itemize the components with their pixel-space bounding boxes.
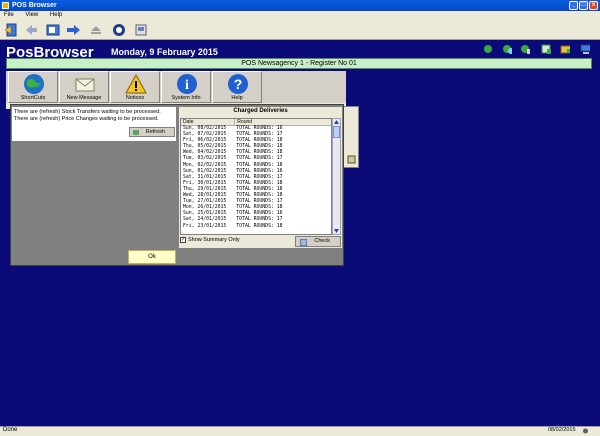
refresh-button[interactable]: Refresh xyxy=(129,127,175,137)
column-date[interactable]: Date xyxy=(181,119,234,125)
computer-icon[interactable] xyxy=(580,44,590,54)
toolbar xyxy=(0,20,600,40)
scroll-thumb[interactable] xyxy=(333,126,340,138)
scroll-down-icon[interactable] xyxy=(333,228,340,234)
status-text: Done xyxy=(3,427,18,433)
eject-icon[interactable] xyxy=(90,23,102,37)
show-summary-checkbox[interactable]: ✓ xyxy=(180,237,186,243)
shortcuts-button[interactable]: ShortCuts xyxy=(8,71,58,103)
users-icon[interactable] xyxy=(502,44,512,54)
notices-label: Notices xyxy=(125,95,145,101)
maximize-button[interactable]: □ xyxy=(579,1,588,10)
menu-help[interactable]: Help xyxy=(50,12,62,18)
side-window xyxy=(343,106,359,168)
refresh-label: Refresh xyxy=(145,129,165,135)
svg-text:?: ? xyxy=(234,76,243,92)
warning-icon xyxy=(125,73,147,94)
monitor-icon[interactable] xyxy=(112,23,126,37)
menu-view[interactable]: View xyxy=(25,12,38,18)
status-bar xyxy=(0,426,600,436)
shortcuts-label: ShortCuts xyxy=(20,95,46,101)
network-icon xyxy=(583,428,588,434)
column-round[interactable]: Round xyxy=(234,119,331,125)
svg-text:i: i xyxy=(185,78,189,93)
scroll-up-icon[interactable] xyxy=(333,119,340,125)
check-label: Check xyxy=(314,238,330,244)
report-icon[interactable] xyxy=(541,44,551,54)
back-icon[interactable] xyxy=(24,23,38,37)
ok-button[interactable]: Ok xyxy=(128,250,176,264)
help-button[interactable]: ? Help xyxy=(212,71,262,103)
show-summary-label: Show Summary Only xyxy=(188,237,240,243)
table-header: Date Round xyxy=(181,119,331,126)
refresh-icon xyxy=(133,130,139,135)
envelope-icon xyxy=(75,78,95,92)
header-date: Monday, 9 February 2015 xyxy=(111,47,218,57)
action-button-strip: ShortCuts New Message Notices i System I… xyxy=(6,71,346,103)
check-button[interactable]: Check xyxy=(295,236,341,247)
deliveries-table[interactable]: Date Round Sun, 08/02/2015 TOTAL ROUNDS: … xyxy=(180,118,332,235)
register-bar: POS Newsagency 1 - Register No 01 xyxy=(6,58,592,69)
row-round: TOTAL ROUNDS: 18 xyxy=(236,223,283,229)
folder-icon[interactable] xyxy=(560,44,570,54)
menu-file[interactable]: File xyxy=(4,12,14,18)
system-info-button[interactable]: i System Info xyxy=(161,71,211,103)
info-icon: i xyxy=(177,74,197,94)
minimize-button[interactable]: _ xyxy=(569,1,578,10)
title-bar: POS Browser _ □ x xyxy=(0,0,600,11)
table-row[interactable]: Fri, 23/01/2015 TOTAL ROUNDS: 18 xyxy=(181,224,331,230)
window-title: POS Browser xyxy=(12,2,57,9)
system-info-label: System Info xyxy=(171,95,201,101)
app-icon xyxy=(2,2,9,9)
price-change-message: There are (refresh) Price Changes waitin… xyxy=(14,116,159,122)
table-body: Sun, 08/02/2015 TOTAL ROUNDS: 16 Sat, 07/0… xyxy=(181,126,331,230)
new-message-label: New Message xyxy=(66,95,102,101)
close-button[interactable]: x xyxy=(589,1,598,10)
notices-button[interactable]: Notices xyxy=(110,71,160,103)
tools-icon[interactable] xyxy=(347,155,356,164)
users-add-icon[interactable] xyxy=(520,44,530,54)
open-icon[interactable] xyxy=(46,23,60,37)
deliveries-title: Charged Deliveries xyxy=(233,108,288,114)
check-icon xyxy=(300,239,307,246)
status-date: 08/02/2015 xyxy=(548,427,576,433)
globe-icon xyxy=(24,74,44,94)
new-message-button[interactable]: New Message xyxy=(59,71,109,103)
green-orb-icon[interactable] xyxy=(483,44,493,54)
forward-icon[interactable] xyxy=(66,23,82,37)
exit-icon[interactable] xyxy=(4,23,18,37)
stock-transfer-message: There are (refresh) Stock Transfers wait… xyxy=(14,109,161,115)
row-date: Fri, 23/01/2015 xyxy=(183,223,227,229)
help-label: Help xyxy=(231,95,243,101)
help-icon: ? xyxy=(228,74,248,94)
print-icon[interactable] xyxy=(134,23,148,37)
menu-bar: File View Help xyxy=(0,11,600,20)
